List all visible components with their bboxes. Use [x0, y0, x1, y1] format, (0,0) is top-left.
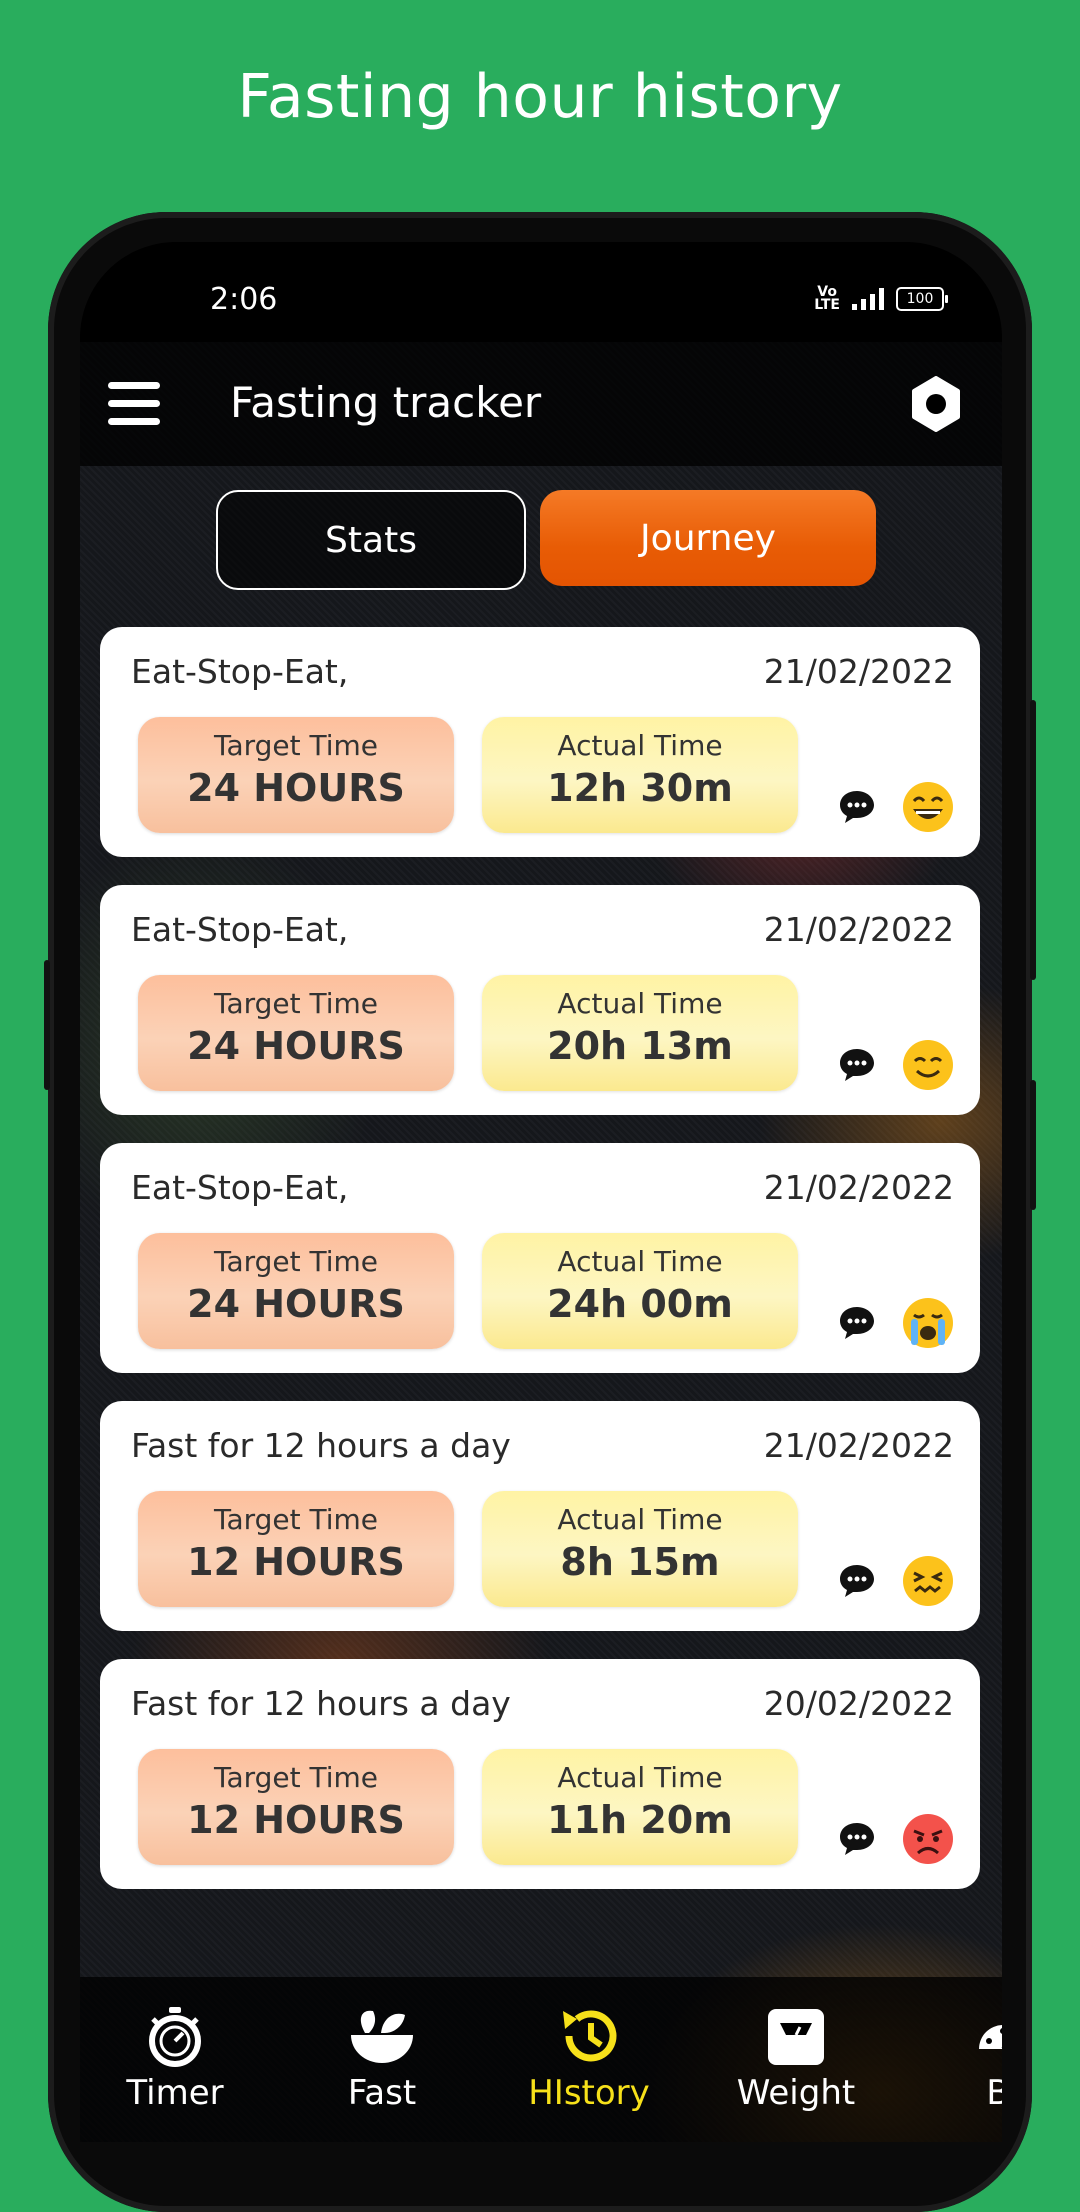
target-time-box: Target Time 24 HOURS	[138, 717, 454, 833]
battery-icon: 100	[896, 287, 948, 311]
actual-time-label: Actual Time	[557, 1761, 723, 1794]
app-bar: Fasting tracker	[80, 342, 1002, 466]
nav-label: Timer	[126, 2073, 224, 2113]
target-time-box: Target Time 24 HOURS	[138, 1233, 454, 1349]
stopwatch-icon	[80, 2005, 270, 2067]
hamburger-menu-icon[interactable]	[108, 382, 160, 426]
comment-icon[interactable]	[838, 789, 876, 825]
comment-icon[interactable]	[838, 1821, 876, 1857]
status-bar: 2:06 Vo LTE 100	[80, 242, 1002, 342]
crying-emoji-icon[interactable]	[902, 1297, 954, 1349]
target-time-label: Target Time	[213, 1761, 379, 1794]
actual-time-box: Actual Time 24h 00m	[482, 1233, 798, 1349]
target-time-box: Target Time 12 HOURS	[138, 1749, 454, 1865]
target-time-value: 12 HOURS	[187, 1798, 405, 1842]
actual-time-box: Actual Time 11h 20m	[482, 1749, 798, 1865]
nav-history[interactable]: HIstory	[494, 2005, 684, 2113]
actual-time-box: Actual Time 8h 15m	[482, 1491, 798, 1607]
actual-time-value: 8h 15m	[560, 1540, 720, 1584]
angry-emoji-icon[interactable]	[902, 1813, 954, 1865]
fast-date: 21/02/2022	[763, 1426, 954, 1465]
actual-time-value: 12h 30m	[547, 766, 733, 810]
bottom-navigation: Timer Fast HIstory Weight BI	[80, 1977, 1002, 2142]
fast-plan-name: Fast for 12 hours a day	[131, 1426, 511, 1465]
history-list: Eat-Stop-Eat, 21/02/2022 Target Time 24 HOU…	[100, 627, 980, 1917]
comment-icon[interactable]	[838, 1305, 876, 1341]
history-card[interactable]: Fast for 12 hours a day 20/02/2022 Target …	[100, 1659, 980, 1889]
settings-icon[interactable]	[908, 376, 964, 432]
actual-time-value: 20h 13m	[547, 1024, 733, 1068]
actual-time-label: Actual Time	[557, 1503, 723, 1536]
phone-power-button	[1030, 1080, 1036, 1210]
fast-date: 21/02/2022	[763, 1168, 954, 1207]
fast-plan-name: Eat-Stop-Eat,	[131, 1168, 349, 1207]
actual-time-label: Actual Time	[557, 1245, 723, 1278]
app-title: Fasting tracker	[230, 378, 542, 427]
history-card[interactable]: Eat-Stop-Eat, 21/02/2022 Target Time 24 HOU…	[100, 885, 980, 1115]
target-time-value: 24 HOURS	[187, 1282, 405, 1326]
nav-fast[interactable]: Fast	[287, 2005, 477, 2113]
laughing-emoji-icon[interactable]	[902, 781, 954, 833]
target-time-label: Target Time	[213, 1503, 379, 1536]
target-time-value: 24 HOURS	[187, 1024, 405, 1068]
fast-plan-name: Eat-Stop-Eat,	[131, 910, 349, 949]
history-card[interactable]: Eat-Stop-Eat, 21/02/2022 Target Time 24 HOU…	[100, 1143, 980, 1373]
history-icon	[494, 2005, 684, 2067]
nav-label: HIstory	[528, 2073, 650, 2113]
phone-volume-button	[44, 960, 50, 1090]
fast-plan-name: Fast for 12 hours a day	[131, 1684, 511, 1723]
tab-stats[interactable]: Stats	[216, 490, 526, 590]
tab-bar: Stats Journey	[216, 490, 876, 590]
volte-icon: Vo LTE	[814, 284, 840, 313]
nav-timer[interactable]: Timer	[80, 2005, 270, 2113]
signal-icon	[852, 288, 884, 310]
target-time-value: 24 HOURS	[187, 766, 405, 810]
target-time-value: 12 HOURS	[187, 1540, 405, 1584]
phone-side-button	[1030, 700, 1036, 980]
gauge-icon	[908, 2005, 1002, 2067]
scale-icon	[701, 2005, 891, 2067]
tab-journey[interactable]: Journey	[540, 490, 876, 586]
phone-screen: 2:06 Vo LTE 100 Fasting tracker Stats Jou…	[80, 242, 1002, 2142]
comment-icon[interactable]	[838, 1047, 876, 1083]
fast-plan-name: Eat-Stop-Eat,	[131, 652, 349, 691]
actual-time-value: 11h 20m	[547, 1798, 733, 1842]
target-time-label: Target Time	[213, 1245, 379, 1278]
target-time-box: Target Time 12 HOURS	[138, 1491, 454, 1607]
history-card[interactable]: Fast for 12 hours a day 21/02/2022 Target …	[100, 1401, 980, 1631]
target-time-label: Target Time	[213, 987, 379, 1020]
target-time-box: Target Time 24 HOURS	[138, 975, 454, 1091]
nav-weight[interactable]: Weight	[701, 2005, 891, 2113]
promo-headline: Fasting hour history	[237, 62, 843, 132]
nav-bi[interactable]: BI	[908, 2005, 1002, 2113]
confounded-emoji-icon[interactable]	[902, 1555, 954, 1607]
actual-time-label: Actual Time	[557, 987, 723, 1020]
salad-bowl-icon	[287, 2005, 477, 2067]
history-card[interactable]: Eat-Stop-Eat, 21/02/2022 Target Time 24 HOU…	[100, 627, 980, 857]
actual-time-box: Actual Time 20h 13m	[482, 975, 798, 1091]
nav-label: Weight	[736, 2073, 856, 2113]
actual-time-label: Actual Time	[557, 729, 723, 762]
smiling-emoji-icon[interactable]	[902, 1039, 954, 1091]
status-icons: Vo LTE 100	[814, 284, 948, 313]
comment-icon[interactable]	[838, 1563, 876, 1599]
actual-time-value: 24h 00m	[547, 1282, 733, 1326]
actual-time-box: Actual Time 12h 30m	[482, 717, 798, 833]
target-time-label: Target Time	[213, 729, 379, 762]
status-time: 2:06	[210, 282, 278, 317]
nav-label: Fast	[347, 2073, 417, 2113]
fast-date: 20/02/2022	[763, 1684, 954, 1723]
fast-date: 21/02/2022	[763, 652, 954, 691]
nav-label: BI	[986, 2073, 1002, 2113]
fast-date: 21/02/2022	[763, 910, 954, 949]
